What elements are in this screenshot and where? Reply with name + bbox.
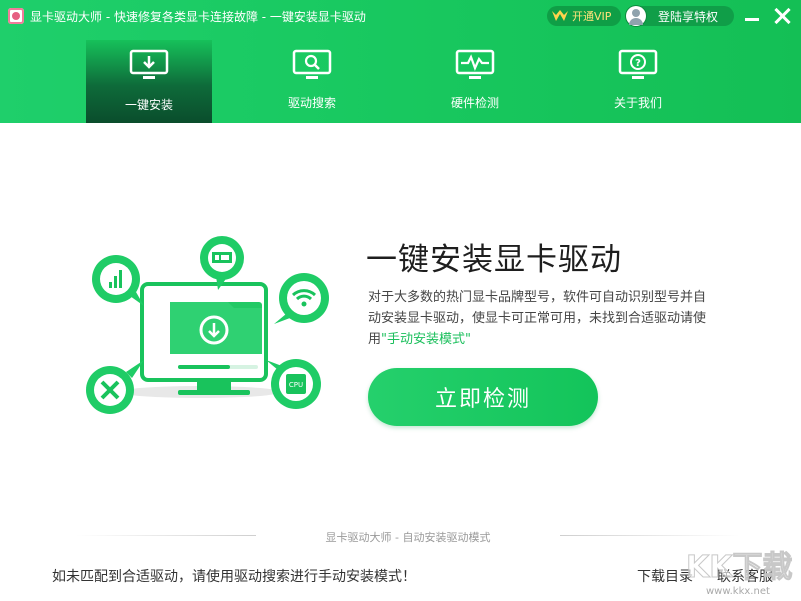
manual-install-link[interactable]: "手动安装模式"	[381, 332, 471, 347]
app-title: 显卡驱动大师 - 快速修复各类显卡连接故障 - 一键安装显卡驱动	[30, 10, 366, 24]
tab-label: 关于我们	[613, 96, 662, 110]
tab-label: 一键安装	[124, 98, 173, 112]
login-label: 登陆享特权	[658, 9, 719, 24]
tab-label: 硬件检测	[450, 96, 499, 110]
tab-label: 驱动搜索	[287, 96, 336, 110]
vip-crown-icon	[551, 9, 569, 23]
vip-button[interactable]: 开通VIP	[547, 6, 621, 26]
avatar-icon	[626, 6, 646, 26]
footer-divider	[76, 535, 256, 536]
install-illustration: CPU	[78, 232, 338, 417]
tab-driver-search[interactable]: 驱动搜索	[249, 40, 375, 123]
tab-about-us[interactable]: ? 关于我们	[575, 40, 701, 123]
title-bar[interactable]: 显卡驱动大师 - 快速修复各类显卡连接故障 - 一键安装显卡驱动 开通VIP 登…	[0, 0, 801, 32]
svg-text:www.kkx.net: www.kkx.net	[706, 586, 770, 597]
tab-hardware-detect[interactable]: 硬件检测	[412, 40, 538, 123]
gpu-card-bubble-icon	[200, 236, 244, 290]
question-monitor-icon: ?	[618, 49, 658, 81]
header-bar: 显卡驱动大师 - 快速修复各类显卡连接故障 - 一键安装显卡驱动 开通VIP 登…	[0, 0, 801, 123]
detect-now-button[interactable]: 立即检测	[368, 368, 598, 426]
wifi-bubble-icon	[274, 273, 329, 324]
description-text: 对于大多数的热门显卡品牌型号，软件可自动识别型号并自动安装显卡驱动，使显卡可正常…	[368, 287, 708, 350]
footer-caption: 显卡驱动大师 - 自动安装驱动模式	[325, 531, 491, 544]
vip-label: 开通VIP	[572, 10, 612, 23]
page-title: 一键安装显卡驱动	[366, 242, 622, 278]
tools-bubble-icon	[86, 360, 144, 414]
pulse-monitor-icon	[455, 49, 495, 81]
contact-support-link[interactable]: 联系客服	[717, 566, 773, 586]
chart-bubble-icon	[92, 255, 144, 306]
download-monitor-icon	[129, 49, 169, 81]
tab-one-click-install[interactable]: 一键安装	[86, 40, 212, 123]
close-button[interactable]	[771, 5, 793, 27]
login-button[interactable]: 登陆享特权	[626, 6, 734, 26]
footer-hint: 如未匹配到合适驱动，请使用驱动搜索进行手动安装模式！	[52, 569, 416, 585]
download-directory-link[interactable]: 下载目录	[637, 566, 693, 586]
svg-text:?: ?	[635, 58, 641, 69]
cpu-bubble-icon: CPU	[266, 359, 321, 409]
search-monitor-icon	[292, 49, 332, 81]
footer-divider	[560, 535, 740, 536]
minimize-button[interactable]	[742, 8, 762, 26]
svg-text:CPU: CPU	[289, 381, 303, 389]
app-logo-icon	[8, 8, 24, 24]
